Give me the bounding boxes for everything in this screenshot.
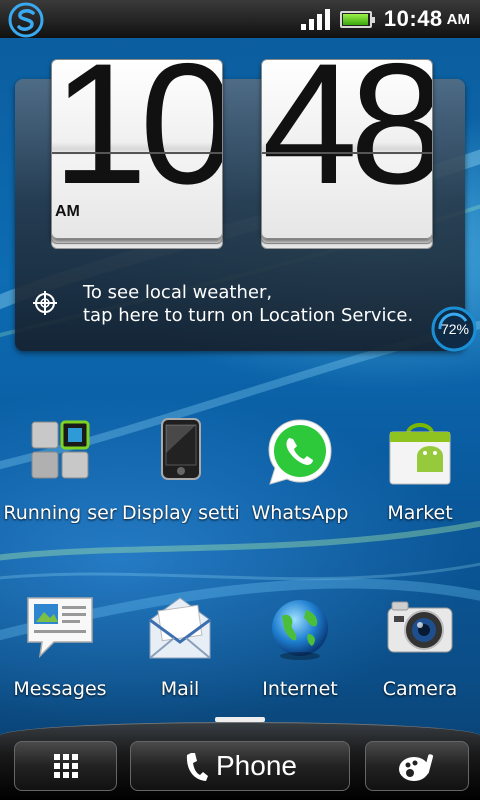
app-label: Messages — [13, 678, 107, 700]
app-label: WhatsApp — [251, 502, 349, 524]
weather-prompt-line2: tap here to turn on Location Service. — [83, 305, 414, 326]
dock: Phone — [0, 722, 480, 800]
app-market[interactable]: Market — [360, 418, 480, 524]
sync-percent: 72% — [441, 321, 469, 337]
sync-progress-badge[interactable]: 72% — [430, 305, 478, 353]
phone-label: Phone — [216, 750, 297, 781]
market-icon — [384, 418, 456, 490]
minute-flip-card: 48 — [261, 59, 433, 249]
messages-icon — [24, 594, 96, 666]
clock-ampm: AM — [55, 203, 80, 220]
location-service-prompt[interactable]: To see local weather, tap here to turn o… — [32, 279, 432, 329]
internet-globe-icon — [264, 594, 336, 666]
mail-icon — [144, 594, 216, 666]
hour-digits: 10 — [52, 59, 223, 220]
app-whatsapp[interactable]: WhatsApp — [240, 418, 360, 524]
status-bar[interactable]: 10:48 AM — [0, 0, 480, 38]
app-label: Market — [387, 502, 453, 524]
sense-logo-icon — [8, 2, 44, 38]
app-display-settings[interactable]: Display setti — [120, 418, 240, 524]
app-label: Mail — [160, 678, 200, 700]
display-settings-icon — [144, 418, 216, 490]
signal-strength-icon — [300, 8, 330, 30]
app-label: Running ser — [3, 502, 117, 524]
battery-icon — [339, 10, 375, 28]
phone-button[interactable]: Phone — [130, 741, 350, 791]
app-label: Internet — [262, 678, 338, 700]
status-time: 10:48 — [383, 6, 443, 31]
app-label: Camera — [382, 678, 458, 700]
app-camera[interactable]: Camera — [360, 594, 480, 700]
minute-digits: 48 — [262, 59, 433, 220]
app-messages[interactable]: Messages — [0, 594, 120, 700]
weather-prompt-line1: To see local weather, — [83, 282, 273, 303]
grid-icon — [54, 754, 78, 778]
personalize-button[interactable] — [365, 741, 469, 791]
camera-icon — [384, 594, 456, 666]
hour-flip-card: 10 AM — [51, 59, 223, 249]
phone-handset-icon — [186, 753, 208, 781]
whatsapp-icon — [264, 418, 336, 490]
personalize-palette-icon — [399, 754, 434, 781]
running-services-icon — [24, 418, 96, 490]
app-internet[interactable]: Internet — [240, 594, 360, 700]
location-target-icon — [32, 290, 58, 316]
all-apps-button[interactable] — [14, 741, 117, 791]
app-running-services[interactable]: Running ser — [0, 418, 120, 524]
app-label: Display setti — [122, 502, 240, 524]
status-ampm: AM — [446, 10, 470, 28]
app-mail[interactable]: Mail — [120, 594, 240, 700]
clock-weather-widget[interactable]: 10 AM 48 To see local weather, tap here … — [15, 59, 465, 351]
